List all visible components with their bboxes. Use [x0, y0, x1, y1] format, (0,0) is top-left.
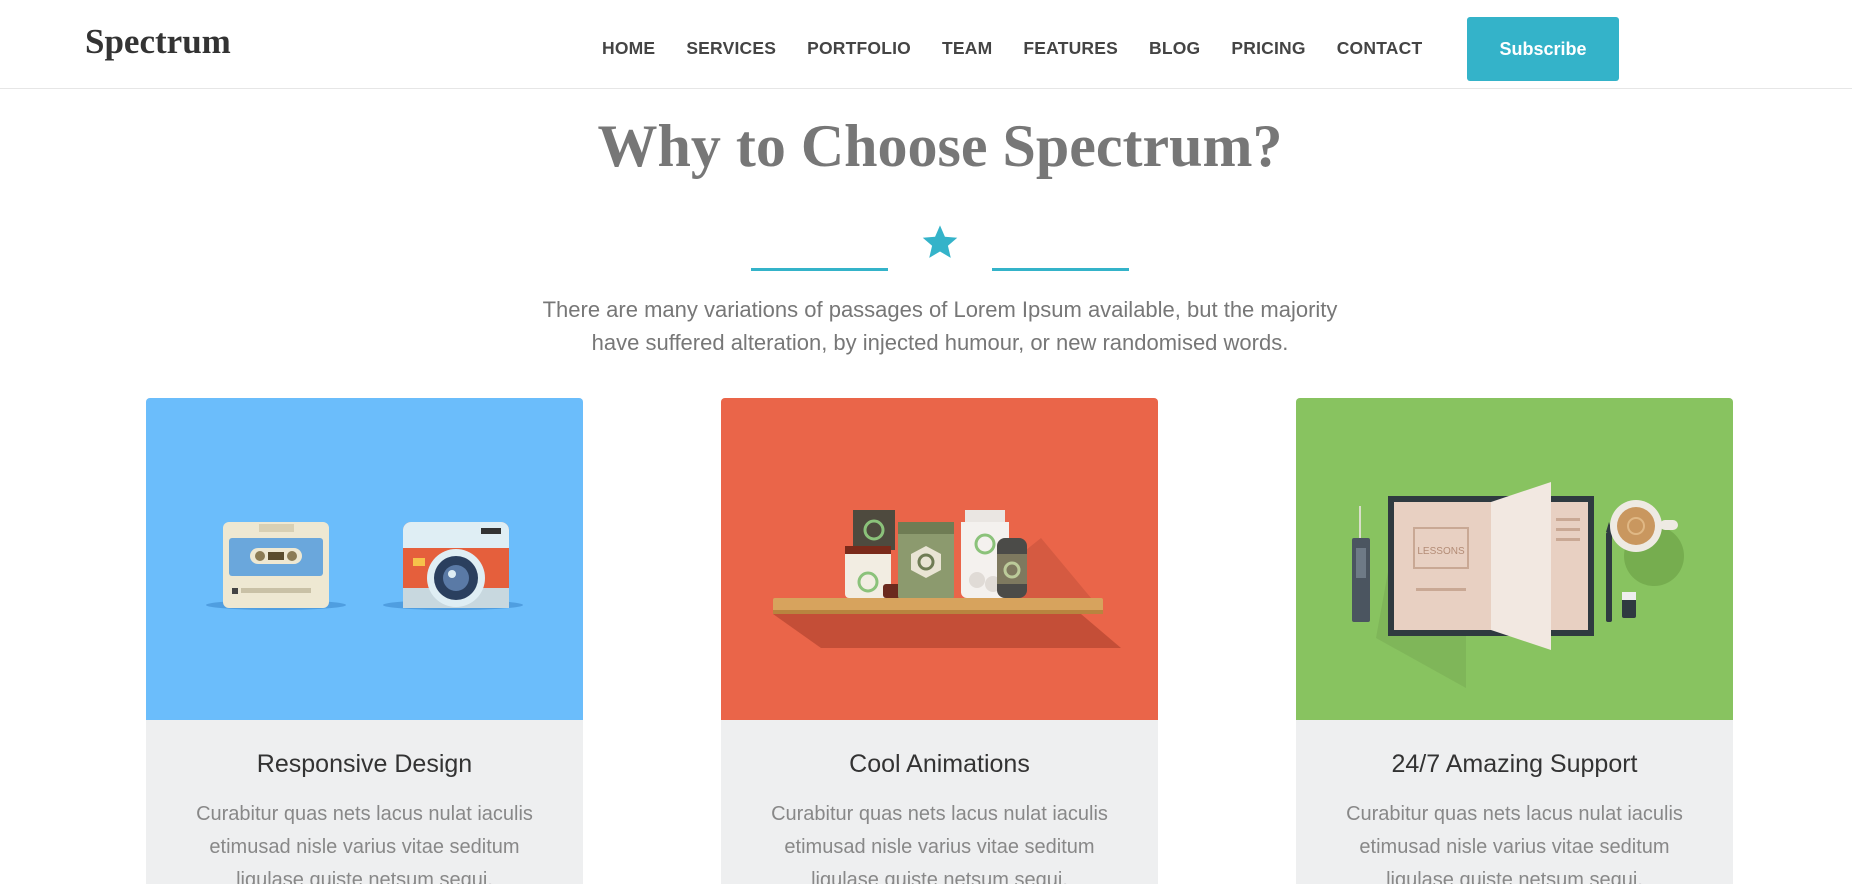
- nav-blog[interactable]: BLOG: [1149, 38, 1200, 59]
- feature-card-responsive-design: Responsive Design Curabitur quas nets la…: [146, 398, 583, 884]
- card-title: Responsive Design: [256, 750, 473, 778]
- pen-icon: [1606, 522, 1612, 622]
- section-description: There are many variations of passages of…: [0, 293, 1852, 359]
- card-text: Curabitur quas nets lacus nulat iaculis …: [771, 803, 1108, 884]
- book-label: LESSONS: [1417, 546, 1465, 557]
- jars-on-shelf-illustration: [773, 510, 1121, 648]
- nav-pricing[interactable]: PRICING: [1231, 38, 1305, 59]
- feature-card-support: LESSONS 24/7 Amazing Support Curabitur q…: [1296, 398, 1733, 884]
- jar-icon: [845, 510, 1027, 600]
- description-line-2: have suffered alteration, by injected hu…: [591, 330, 1289, 355]
- card-image: [721, 398, 1158, 720]
- coffee-cup-icon: [1610, 500, 1684, 586]
- nav-services[interactable]: SERVICES: [686, 38, 776, 59]
- camera-icon: [403, 522, 509, 608]
- nav-features[interactable]: FEATURES: [1023, 38, 1118, 59]
- divider-line-left: [751, 268, 888, 271]
- book-icon: LESSONS: [1376, 482, 1594, 688]
- card-image: LESSONS: [1296, 398, 1733, 720]
- bookmark-icon: [1352, 506, 1370, 622]
- card-text: Curabitur quas nets lacus nulat iaculis …: [1346, 803, 1683, 884]
- book-and-coffee-illustration: LESSONS: [1352, 482, 1684, 688]
- subscribe-button[interactable]: Subscribe: [1467, 17, 1619, 81]
- nav-portfolio[interactable]: PORTFOLIO: [807, 38, 911, 59]
- nav-team[interactable]: TEAM: [942, 38, 992, 59]
- cassette-icon: [223, 522, 329, 608]
- nav-home[interactable]: HOME: [602, 38, 655, 59]
- divider-line-right: [992, 268, 1129, 271]
- nav-contact[interactable]: CONTACT: [1337, 38, 1423, 59]
- card-title: 24/7 Amazing Support: [1391, 750, 1638, 778]
- section-title: Why to Choose Spectrum?: [597, 113, 1283, 179]
- title-divider: [751, 222, 1129, 272]
- star-icon: [922, 225, 958, 258]
- description-line-1: There are many variations of passages of…: [542, 297, 1338, 322]
- card-text: Curabitur quas nets lacus nulat iaculis …: [196, 803, 533, 884]
- feature-card-cool-animations: Cool Animations Curabitur quas nets lacu…: [721, 398, 1158, 884]
- site-logo[interactable]: Spectrum: [85, 22, 231, 62]
- card-title: Cool Animations: [849, 750, 1030, 778]
- main-nav: HOME SERVICES PORTFOLIO TEAM FEATURES BL…: [602, 38, 1453, 59]
- cassette-and-camera-illustration: [206, 522, 523, 610]
- site-header: Spectrum HOME SERVICES PORTFOLIO TEAM FE…: [0, 0, 1852, 89]
- card-image: [146, 398, 583, 720]
